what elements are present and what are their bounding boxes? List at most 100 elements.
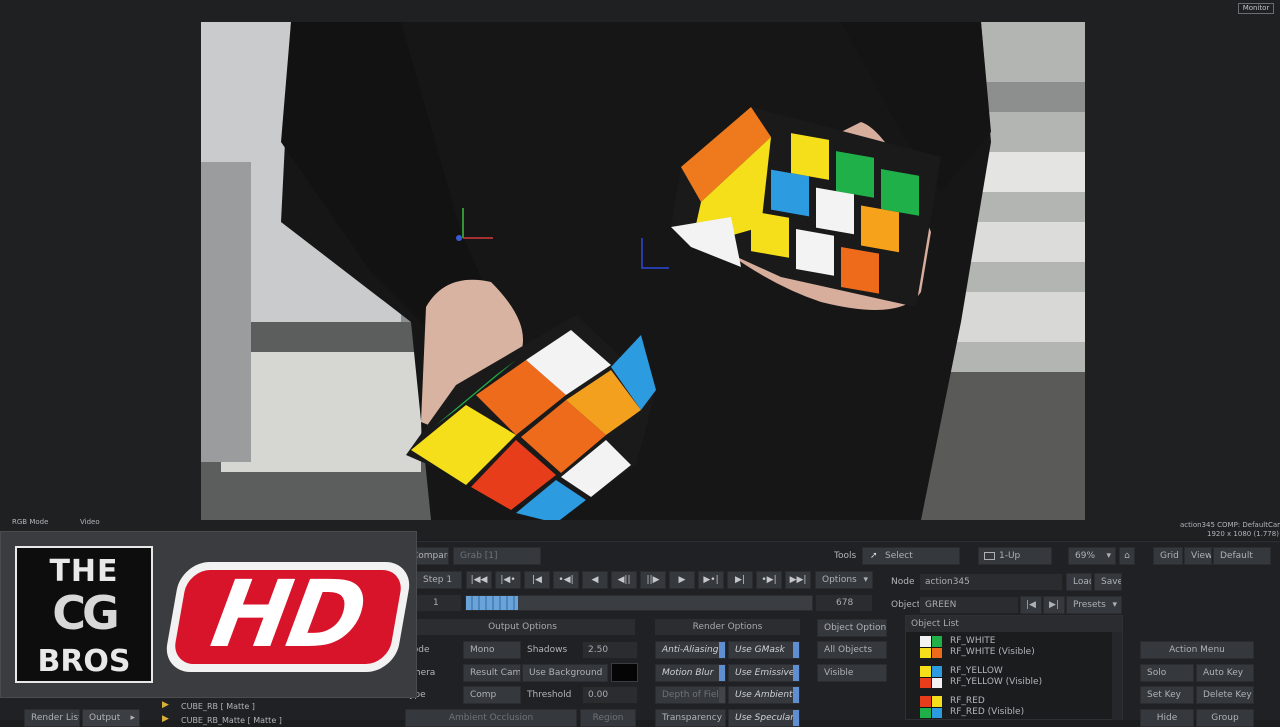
key-back-button[interactable]: •◀|	[553, 571, 579, 589]
frame-start-field[interactable]: 1	[416, 594, 462, 612]
anti-aliasing-toggle[interactable]: Anti-Aliasing	[655, 641, 726, 659]
cg-bros-logo: THE CG BROS	[15, 546, 153, 683]
step-key-back-button[interactable]: |◀•	[495, 571, 521, 589]
go-start-button[interactable]: |◀◀	[466, 571, 492, 589]
step-key-forward-button[interactable]: •▶|	[756, 571, 782, 589]
step-button[interactable]: Step 1	[416, 571, 462, 589]
monitor-button[interactable]: Monitor	[1238, 3, 1274, 14]
hide-button[interactable]: Hide	[1140, 709, 1194, 727]
play-button[interactable]: ▶	[669, 571, 695, 589]
motion-blur-toggle[interactable]: Motion Blur	[655, 664, 726, 682]
action-menu-button[interactable]: Action Menu	[1140, 641, 1254, 659]
node-name-field[interactable]: action345	[919, 573, 1063, 591]
group-button[interactable]: Group	[1196, 709, 1254, 727]
object-name: RF_YELLOW	[950, 666, 1003, 676]
object-name: RF_WHITE	[950, 636, 996, 646]
step-back-button[interactable]: ◀||	[611, 571, 637, 589]
tree-arrow-icon[interactable]: ▶	[162, 714, 169, 724]
object-visibility: RF_YELLOW (Visible)	[950, 677, 1043, 687]
chevron-down-icon: ▾	[1112, 600, 1117, 610]
render-list-tab[interactable]: Render List	[24, 709, 80, 727]
tree-item[interactable]: CUBE_RB_Matte [ Matte ]	[181, 716, 282, 725]
shadows-field[interactable]: 2.50	[582, 641, 638, 659]
presets-dropdown[interactable]: Presets ▾	[1066, 596, 1122, 614]
step-forward-button[interactable]: ||▶	[640, 571, 666, 589]
list-item[interactable]: RF_YELLOW RF_YELLOW (Visible)	[906, 663, 1111, 691]
use-background-toggle[interactable]: Use Background	[522, 664, 608, 682]
visible-toggle[interactable]: Visible	[817, 664, 887, 682]
region-button[interactable]: Region	[580, 709, 636, 727]
viewer-image[interactable]	[201, 22, 1085, 520]
hd-text: HD	[204, 561, 373, 668]
object-label: Object	[891, 600, 921, 610]
grid-button[interactable]: Grid	[1153, 547, 1183, 565]
comp-info: action345 COMP: DefaultCam	[1180, 521, 1280, 529]
viewer-video-label: Video	[80, 518, 100, 526]
background-color-swatch[interactable]	[611, 663, 638, 682]
object-name-field[interactable]: GREEN	[919, 596, 1019, 614]
save-button[interactable]: Save	[1094, 573, 1122, 591]
logo-cg: CG	[52, 586, 120, 640]
zoom-dropdown[interactable]: 69% ▾	[1068, 547, 1116, 565]
logo-bros: BROS	[37, 644, 131, 679]
transparency-toggle[interactable]: Transparency	[655, 709, 726, 727]
use-specularity-toggle[interactable]: Use Specularity	[728, 709, 800, 727]
solo-button[interactable]: Solo	[1140, 664, 1194, 682]
object-options-button[interactable]: Object Options	[817, 619, 887, 637]
ambient-occlusion-button[interactable]: Ambient Occlusion	[405, 709, 577, 727]
cube-thumbnail-icon	[920, 636, 942, 658]
cube-thumbnail-icon	[920, 696, 942, 718]
load-button[interactable]: Load	[1066, 573, 1092, 591]
monitor-icon	[984, 552, 995, 560]
skip-back-icon: |◀	[1026, 600, 1036, 610]
transport-options-button[interactable]: Options ▾	[815, 571, 873, 589]
use-ambient-toggle[interactable]: Use Ambient	[728, 686, 800, 704]
output-tab[interactable]: Output ▸	[82, 709, 140, 727]
all-objects-dropdown[interactable]: All Objects	[817, 641, 887, 659]
cube-thumbnail-icon	[920, 666, 942, 688]
go-end-button[interactable]: ▶▶|	[785, 571, 811, 589]
play-reverse-button[interactable]: ◀	[582, 571, 608, 589]
object-list-scrollbar[interactable]	[1112, 632, 1122, 720]
next-object-button[interactable]: ▶|	[1043, 596, 1065, 614]
tree-item[interactable]: CUBE_RB [ Matte ]	[181, 702, 255, 711]
next-key-button[interactable]: ▶|	[727, 571, 753, 589]
type-dropdown[interactable]: Comp	[463, 686, 521, 704]
view-button[interactable]: View	[1184, 547, 1212, 565]
chevron-right-icon: ▸	[130, 713, 135, 723]
grab-button[interactable]: Grab [1]	[453, 547, 541, 565]
layout-button[interactable]: 1-Up	[978, 547, 1052, 565]
delete-key-button[interactable]: Delete Key	[1196, 686, 1254, 704]
auto-key-button[interactable]: Auto Key	[1196, 664, 1254, 682]
use-emissive-toggle[interactable]: Use Emissive	[728, 664, 800, 682]
output-options-header: Output Options	[410, 619, 635, 635]
tree-arrow-icon[interactable]: ▶	[162, 700, 169, 710]
tools-label: Tools	[834, 551, 857, 561]
select-tool-button[interactable]: ➚ Select	[862, 547, 960, 565]
logo-overlay: THE CG BROS HD	[0, 531, 417, 698]
use-gmask-toggle[interactable]: Use GMask	[728, 641, 800, 659]
list-item[interactable]: RF_RED RF_RED (Visible)	[906, 693, 1111, 721]
key-forward-button[interactable]: ▶•|	[698, 571, 724, 589]
home-button[interactable]: ⌂	[1119, 547, 1135, 565]
list-item[interactable]: RF_WHITE RF_WHITE (Visible)	[906, 633, 1111, 661]
node-label: Node	[891, 577, 915, 587]
mode-dropdown[interactable]: Mono	[463, 641, 521, 659]
object-visibility: RF_WHITE (Visible)	[950, 647, 1035, 657]
view-preset-dropdown[interactable]: Default	[1213, 547, 1271, 565]
object-visibility: RF_RED (Visible)	[950, 707, 1025, 717]
timeline-playhead[interactable]	[466, 596, 518, 610]
camera-dropdown[interactable]: Result Cam	[463, 664, 521, 682]
chevron-down-icon: ▾	[863, 575, 868, 585]
hd-badge: HD	[162, 561, 414, 672]
frame-end-field[interactable]: 678	[815, 594, 873, 612]
threshold-label: Threshold	[527, 690, 572, 700]
depth-of-field-toggle[interactable]: Depth of Field	[655, 686, 726, 704]
prev-key-button[interactable]: |◀	[524, 571, 550, 589]
home-icon: ⌂	[1124, 551, 1130, 561]
timeline-slider[interactable]	[465, 595, 813, 611]
threshold-field[interactable]: 0.00	[582, 686, 638, 704]
set-key-button[interactable]: Set Key	[1140, 686, 1194, 704]
prev-object-button[interactable]: |◀	[1020, 596, 1042, 614]
object-name: RF_RED	[950, 696, 985, 706]
